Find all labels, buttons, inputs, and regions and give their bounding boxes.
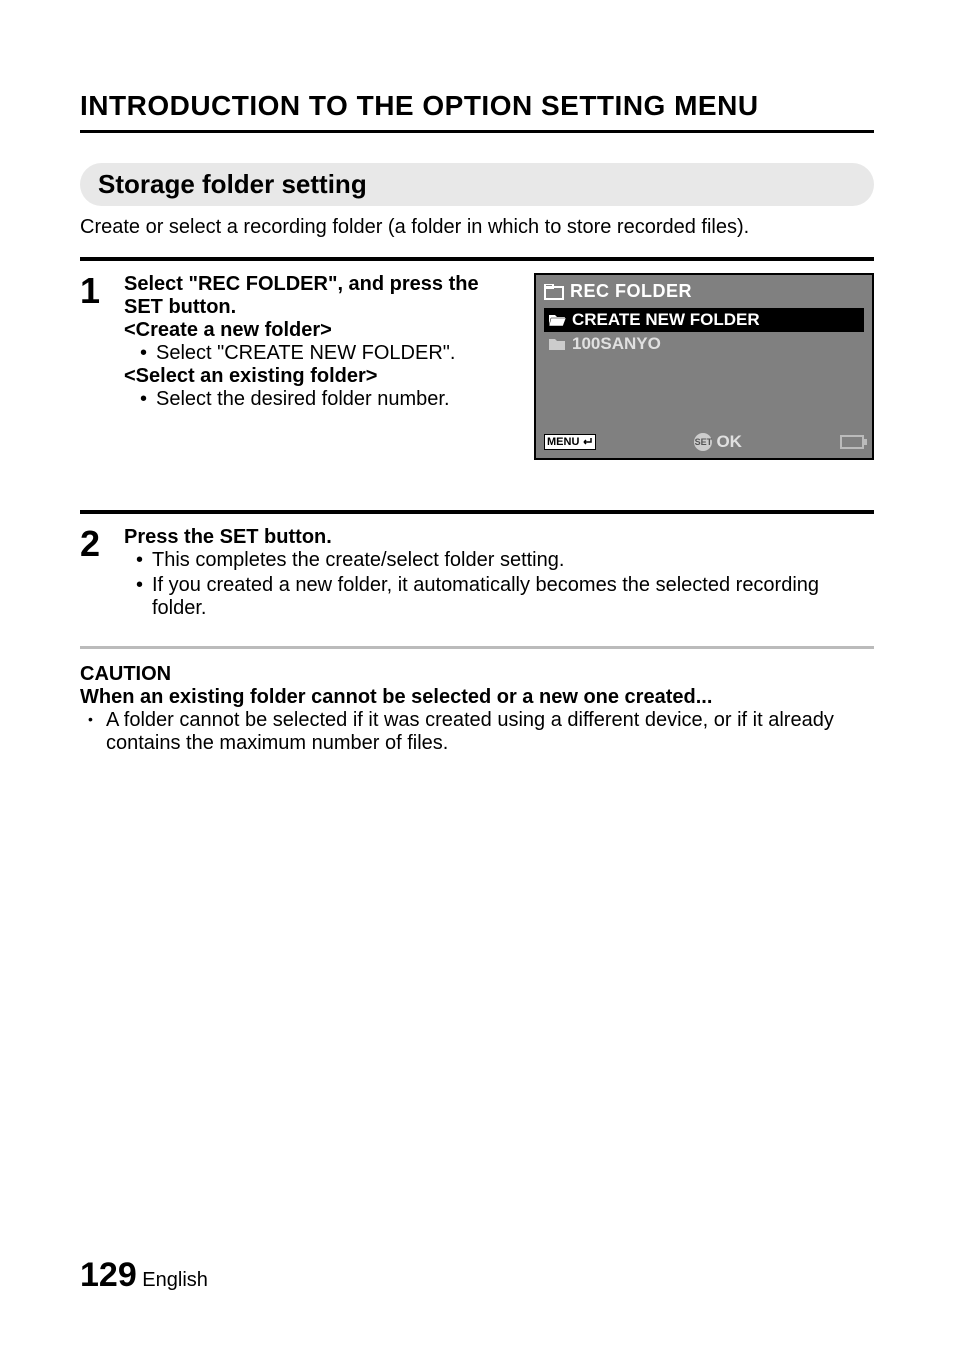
ok-button[interactable]: SET OK [694,432,742,452]
set-icon: SET [694,433,712,451]
step-1-body: Select "REC FOLDER", and press the SET b… [124,273,514,411]
step-2-body: Press the SET button. This completes the… [124,526,874,622]
menu-back-button[interactable]: MENU [544,434,596,450]
divider-mid [80,510,874,514]
section-header-text: Storage folder setting [98,169,367,199]
page-title: INTRODUCTION TO THE OPTION SETTING MENU [80,90,874,133]
folder-outline-icon [544,284,564,300]
caution-title: CAUTION [80,663,874,686]
step-2-heading: Press the SET button. [124,526,332,548]
intro-text: Create or select a recording folder (a f… [80,216,874,239]
screen-item-create[interactable]: CREATE NEW FOLDER [544,308,864,332]
folder-icon [548,337,566,351]
screen-item-folder-label: 100SANYO [572,334,661,354]
screen-item-create-label: CREATE NEW FOLDER [572,310,760,330]
page-language: English [142,1269,208,1291]
step-1-heading: Select "REC FOLDER", and press the SET b… [124,273,479,318]
create-folder-bullet: Select "CREATE NEW FOLDER". [142,342,514,365]
caution-block: CAUTION When an existing folder cannot b… [80,646,874,755]
folder-open-icon [548,313,566,327]
ok-label: OK [716,432,742,452]
page-number: 129 [80,1256,137,1294]
battery-icon [840,435,864,449]
select-folder-label: <Select an existing folder> [124,365,377,387]
step-2-bullet-2: If you created a new folder, it automati… [136,574,874,620]
return-icon [581,437,593,447]
step-2: 2 Press the SET button. This completes t… [80,526,874,622]
screen-item-folder[interactable]: 100SANYO [544,332,864,356]
step-2-bullet-1: This completes the create/select folder … [136,549,874,572]
screen-title: REC FOLDER [570,281,692,302]
section-header: Storage folder setting [80,163,874,206]
device-screen: REC FOLDER CREATE NEW FOLDER [534,273,874,460]
step-1-number: 1 [80,273,106,309]
menu-label: MENU [547,436,579,448]
caution-bullet: A folder cannot be selected if it was cr… [88,709,874,755]
caution-subtitle: When an existing folder cannot be select… [80,686,874,709]
step-2-number: 2 [80,526,106,562]
step-1: 1 Select "REC FOLDER", and press the SET… [80,273,874,460]
divider-top [80,257,874,261]
page-footer: 129 English [80,1256,208,1295]
create-folder-label: <Create a new folder> [124,319,332,341]
select-folder-bullet: Select the desired folder number. [142,388,514,411]
